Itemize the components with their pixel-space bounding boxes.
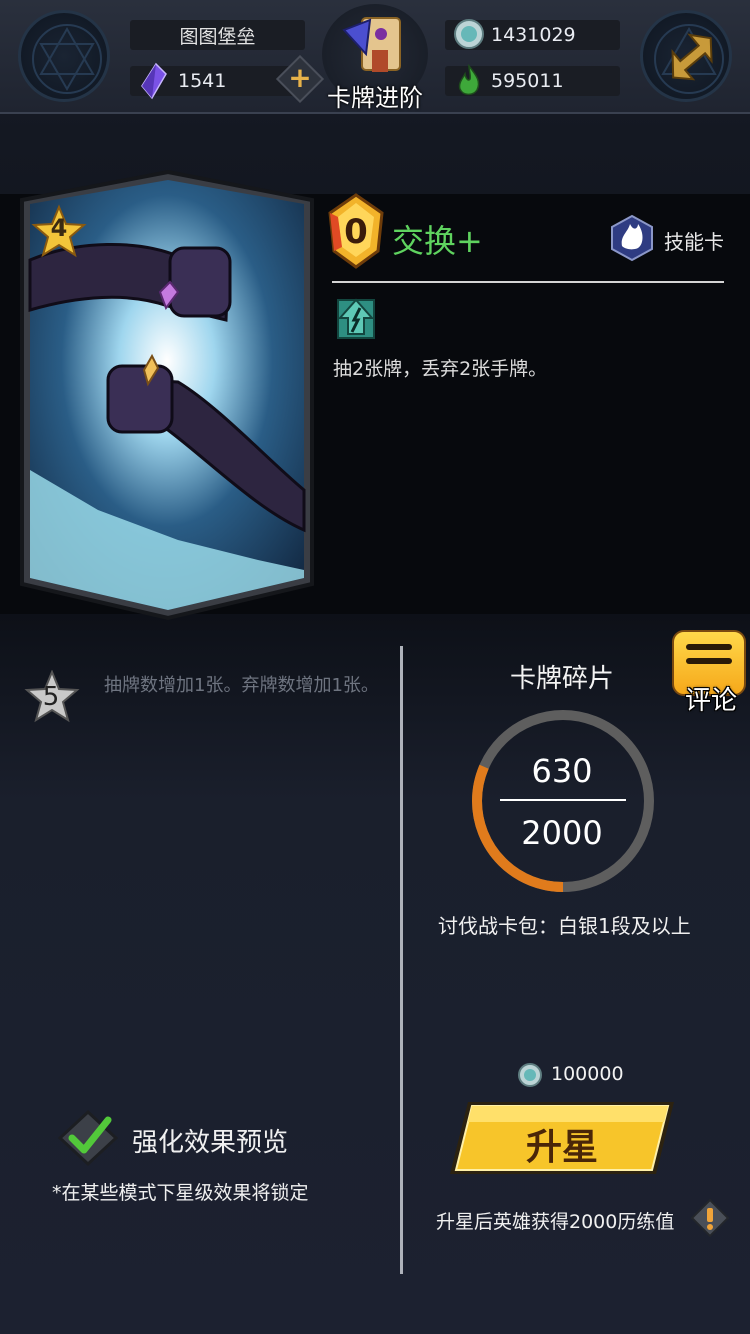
fragment-progress-ring [472, 710, 654, 892]
player-title: 图图堡垒 [179, 25, 256, 48]
crystal-count: 1541 [178, 70, 227, 92]
card-description: 抽2张牌，丢弃2张手牌。 [333, 358, 548, 380]
upgrade-star-label[interactable]: 升星 [446, 1118, 678, 1170]
next-star-level: 5 [42, 682, 60, 712]
back-arrow-icon [654, 24, 724, 94]
menu-icon [686, 644, 732, 650]
skill-card-type-icon [611, 214, 653, 262]
coin-count: 1431029 [491, 24, 576, 46]
gem-count: 595011 [491, 70, 564, 92]
upgrade-bonus: 升星后英雄获得2000历练值 [436, 1211, 675, 1233]
back-button[interactable] [640, 10, 732, 102]
next-star-effect: 抽牌数增加1张。弃牌数增加1张。 [104, 675, 379, 696]
description-divider [332, 281, 724, 283]
plus-icon: + [288, 61, 312, 94]
fragment-title: 卡牌碎片 [509, 664, 614, 694]
card-name: 交换+ [392, 222, 483, 260]
upgrade-cost: 100000 [551, 1063, 624, 1085]
comment-label[interactable]: 评论 [678, 680, 744, 717]
card-cost: 0 [344, 212, 368, 252]
section-divider [400, 646, 403, 1274]
fraction-line [500, 799, 626, 801]
hexagram-icon [32, 24, 102, 94]
fragment-required: 2000 [521, 814, 603, 852]
green-flame-icon [458, 63, 480, 96]
hero-avatar-icon [342, 17, 401, 72]
preview-note: *在某些模式下星级效果将锁定 [52, 1182, 309, 1204]
menu-icon-bar [686, 658, 732, 664]
gem-resource: 595011 [445, 63, 620, 96]
card-star-level: 4 [50, 214, 68, 242]
info-warning-icon[interactable] [690, 1198, 730, 1238]
silver-coin-icon [518, 1063, 542, 1087]
draw-card-effect-icon [337, 298, 375, 339]
player-title-bar: 图图堡垒 [130, 20, 305, 50]
page-title: 卡牌进阶 [327, 84, 423, 112]
silver-coin-icon [454, 19, 484, 49]
fragment-source: 讨伐战卡包：白银1段及以上 [438, 914, 691, 938]
preview-label[interactable]: 强化效果预览 [132, 1122, 288, 1159]
crystal-icon [141, 62, 167, 100]
coin-resource: 1431029 [445, 19, 620, 50]
fragment-current: 630 [531, 752, 593, 790]
card-type: 技能卡 [664, 230, 724, 254]
left-menu-emblem[interactable] [18, 10, 110, 102]
preview-checkbox[interactable] [56, 1108, 120, 1168]
